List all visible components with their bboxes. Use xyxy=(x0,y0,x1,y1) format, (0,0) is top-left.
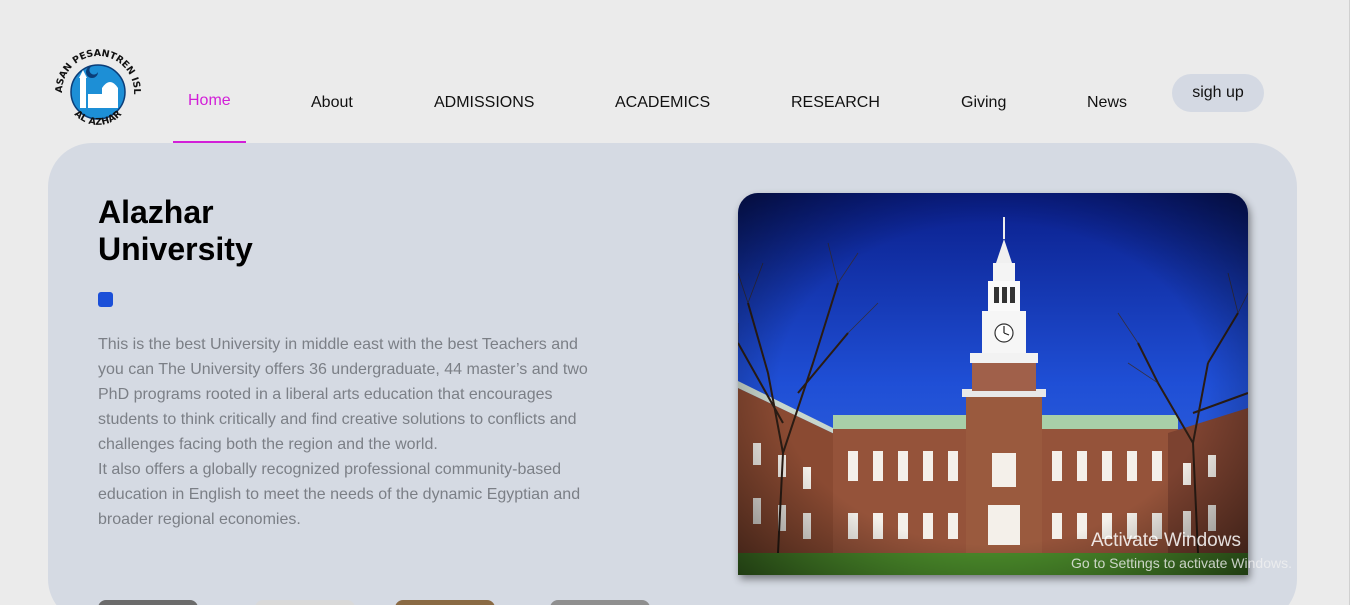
watermark-title: Activate Windows xyxy=(1091,530,1241,551)
thumbnail-4[interactable] xyxy=(550,600,650,605)
nav-academics[interactable]: ACADEMICS xyxy=(615,94,710,112)
thumbnail-2[interactable] xyxy=(255,600,355,605)
main-nav: Home About ADMISSIONS ACADEMICS RESEARCH… xyxy=(0,0,1350,145)
nav-giving[interactable]: Giving xyxy=(961,94,1006,112)
nav-admissions[interactable]: ADMISSIONS xyxy=(434,94,534,112)
title-line-1: Alazhar xyxy=(98,194,214,230)
nav-research[interactable]: RESEARCH xyxy=(791,94,880,112)
description-paragraph-2: It also offers a globally recognized pro… xyxy=(98,461,581,528)
windows-activation-watermark: Activate Windows Go to Settings to activ… xyxy=(1071,530,1292,571)
watermark-subtitle: Go to Settings to activate Windows. xyxy=(1071,555,1292,571)
nav-news[interactable]: News xyxy=(1087,94,1127,112)
thumbnail-1[interactable] xyxy=(98,600,198,605)
hero-description: This is the best University in middle ea… xyxy=(98,332,598,532)
accent-square xyxy=(98,292,113,307)
signup-button[interactable]: sigh up xyxy=(1172,74,1264,112)
nav-home[interactable]: Home xyxy=(188,92,231,110)
page-title: Alazhar University xyxy=(98,194,398,268)
university-building-photo xyxy=(738,193,1248,575)
thumbnail-3[interactable] xyxy=(395,600,495,605)
title-line-2: University xyxy=(98,231,253,267)
description-paragraph-1: This is the best University in middle ea… xyxy=(98,336,588,453)
nav-about[interactable]: About xyxy=(311,94,353,112)
